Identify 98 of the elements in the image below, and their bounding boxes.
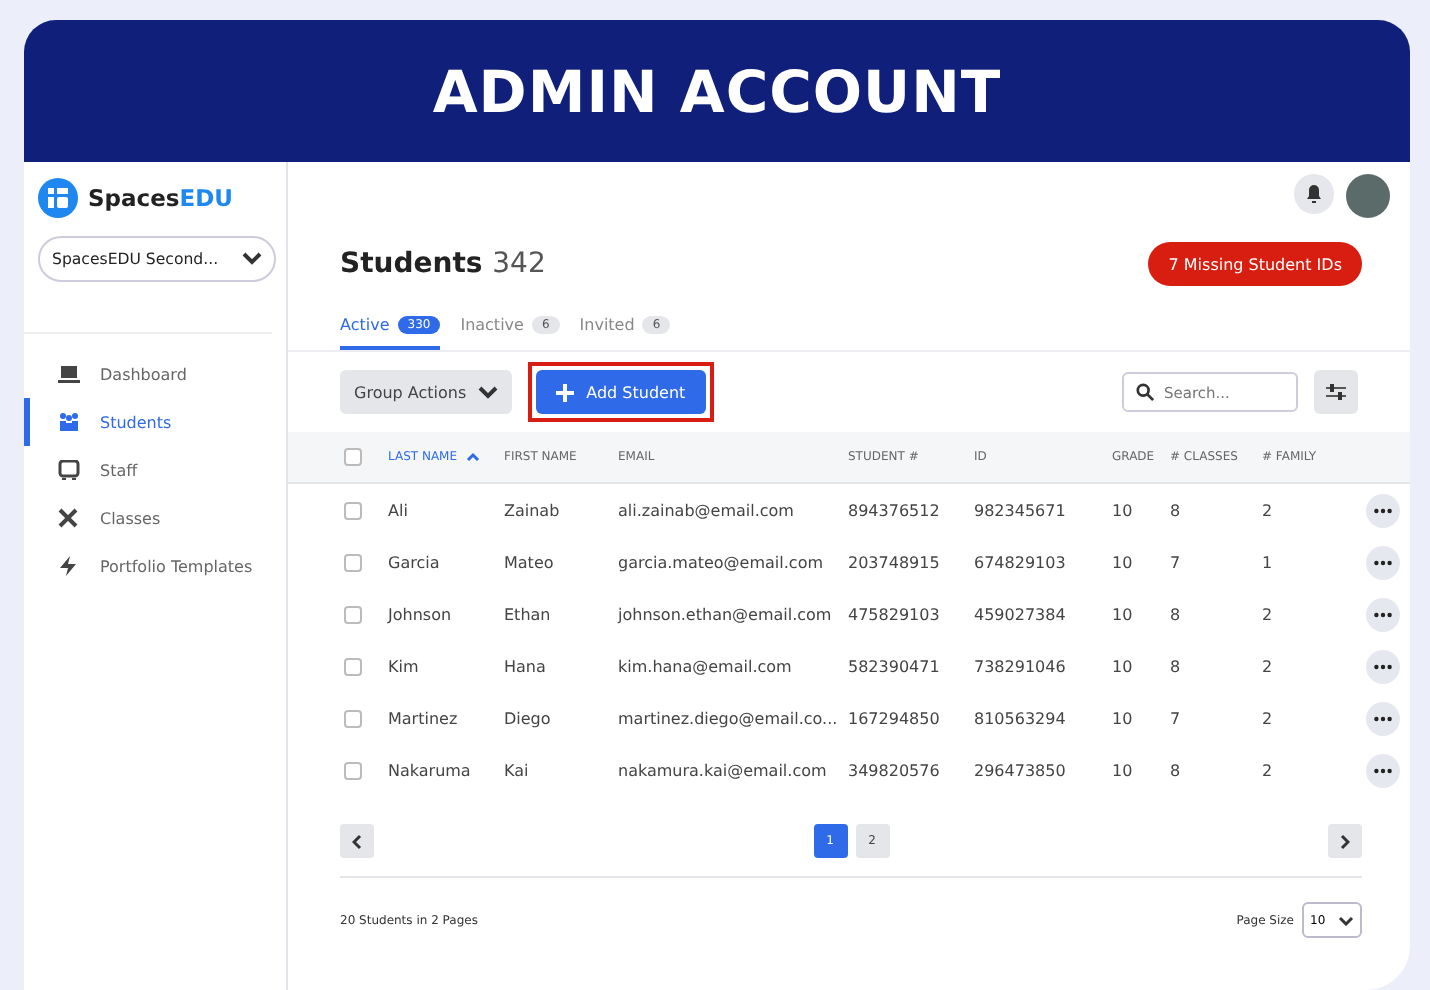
- laptop-icon: [58, 364, 80, 384]
- table-cell-text: Garcia: [388, 553, 442, 571]
- table-cell-text: 10: [1112, 605, 1135, 623]
- avatar[interactable]: [1346, 174, 1390, 218]
- next-page-button[interactable]: [1328, 824, 1362, 858]
- table-cell-text: 8: [1170, 501, 1183, 519]
- more-options-button[interactable]: [1366, 493, 1400, 527]
- table-cell-text: 982345671: [974, 501, 1068, 519]
- row-checkbox[interactable]: [344, 553, 362, 571]
- table-cell-text: Johnson: [388, 605, 454, 623]
- filter-button[interactable]: [1314, 370, 1358, 414]
- more-options-button[interactable]: [1366, 701, 1400, 735]
- sidebar-item[interactable]: Dashboard: [24, 350, 272, 398]
- table-cell-text: johnson.ethan@email.com: [618, 605, 834, 623]
- table-cell-text: Kim: [388, 657, 421, 675]
- table-cell-text: 7: [1170, 553, 1183, 571]
- search-icon: [1136, 382, 1154, 402]
- chevron-right-icon: [1340, 833, 1350, 849]
- plus-icon: [556, 383, 575, 401]
- table-cell-text: Nakaruma: [388, 761, 473, 779]
- table-cell-text: 7: [1170, 709, 1183, 727]
- table-cell-text: 167294850: [848, 709, 942, 727]
- table-cell-text: 894376512: [848, 501, 942, 519]
- table-cell-text: ali.zainab@email.com: [618, 501, 796, 519]
- table-cell-text: 459027384: [974, 605, 1068, 623]
- table-cell-text: 296473850: [974, 761, 1068, 779]
- table-cell-text: Martinez: [388, 709, 460, 727]
- table-cell-text: 1: [1262, 553, 1275, 571]
- page-title: Students 342: [340, 248, 546, 280]
- table-cell-text: 2: [1262, 709, 1275, 727]
- brand-name: SpacesEDU: [88, 184, 233, 212]
- row-checkbox[interactable]: [344, 709, 362, 727]
- logo-icon: [38, 178, 78, 218]
- group-actions-dropdown[interactable]: Group Actions: [340, 370, 513, 414]
- table-cell-text: 10: [1112, 657, 1135, 675]
- table-cell-text: martinez.diego@email.co...: [618, 709, 840, 727]
- bolt-icon: [58, 556, 80, 576]
- ellipsis-icon: [1374, 559, 1392, 565]
- banner-title: ADMIN ACCOUNT: [432, 57, 1002, 125]
- table-cell-text: 10: [1112, 553, 1135, 571]
- table-cell-text: 10: [1112, 761, 1135, 779]
- ellipsis-icon: [1374, 507, 1392, 513]
- table-cell-text: 2: [1262, 501, 1275, 519]
- sidebar-item[interactable]: Classes: [24, 494, 272, 542]
- bus-icon: [58, 460, 80, 480]
- people-icon: [58, 412, 80, 432]
- table-cell-text: Zainab: [504, 501, 562, 519]
- ellipsis-icon: [1374, 663, 1392, 669]
- table-cell-text: 8: [1170, 657, 1183, 675]
- row-checkbox[interactable]: [344, 657, 362, 675]
- table-cell-text: 582390471: [848, 657, 942, 675]
- table-cell-text: 2: [1262, 605, 1275, 623]
- sidebar-item[interactable]: Students: [24, 398, 272, 446]
- tools-icon: [58, 508, 80, 528]
- table-cell-text: 10: [1112, 501, 1135, 519]
- bell-icon[interactable]: [1294, 174, 1334, 214]
- table-cell-text: Ethan: [504, 605, 553, 623]
- sliders-icon: [1326, 382, 1346, 402]
- table-cell-text: 2: [1262, 761, 1275, 779]
- more-options-button[interactable]: [1366, 597, 1400, 631]
- chevron-down-icon: [242, 252, 262, 266]
- previous-page-button[interactable]: [340, 824, 374, 858]
- table-cell-text: 810563294: [974, 709, 1068, 727]
- table-cell-text: 475829103: [848, 605, 942, 623]
- table-cell-text: 10: [1112, 709, 1135, 727]
- table-cell-text: 738291046: [974, 657, 1068, 675]
- table-cell-text: nakamura.kai@email.com: [618, 761, 829, 779]
- table-cell-text: 2: [1262, 657, 1275, 675]
- table-cell-text: Hana: [504, 657, 548, 675]
- table-cell-text: 8: [1170, 761, 1183, 779]
- ellipsis-icon: [1374, 767, 1392, 773]
- select-all-checkbox[interactable]: [344, 448, 362, 466]
- ellipsis-icon: [1374, 715, 1392, 721]
- table-cell-text: kim.hana@email.com: [618, 657, 794, 675]
- sidebar-item[interactable]: Portfolio Templates: [24, 542, 272, 590]
- chevron-left-icon: [352, 833, 362, 849]
- sidebar-item[interactable]: Staff: [24, 446, 272, 494]
- sort-ascending-icon: [465, 452, 480, 462]
- table-cell-text: 8: [1170, 605, 1183, 623]
- more-options-button[interactable]: [1366, 649, 1400, 683]
- table-cell-text: Diego: [504, 709, 553, 727]
- table-cell-text: Ali: [388, 501, 410, 519]
- more-options-button[interactable]: [1366, 753, 1400, 787]
- table-cell-text: 674829103: [974, 553, 1068, 571]
- table-cell-text: Mateo: [504, 553, 556, 571]
- row-checkbox[interactable]: [344, 761, 362, 779]
- table-cell-text: garcia.mateo@email.com: [618, 553, 825, 571]
- row-checkbox[interactable]: [344, 605, 362, 623]
- table-cell-text: Kai: [504, 761, 531, 779]
- table-cell-text: 349820576: [848, 761, 942, 779]
- ellipsis-icon: [1374, 611, 1392, 617]
- add-student-button[interactable]: Add Student: [536, 370, 706, 414]
- table-cell-text: 203748915: [848, 553, 942, 571]
- more-options-button[interactable]: [1366, 545, 1400, 579]
- row-checkbox[interactable]: [344, 501, 362, 519]
- chevron-down-icon: [478, 385, 499, 399]
- chevron-down-icon: [1338, 915, 1354, 925]
- missing-ids-button[interactable]: 7 Missing Student IDs: [1148, 242, 1362, 286]
